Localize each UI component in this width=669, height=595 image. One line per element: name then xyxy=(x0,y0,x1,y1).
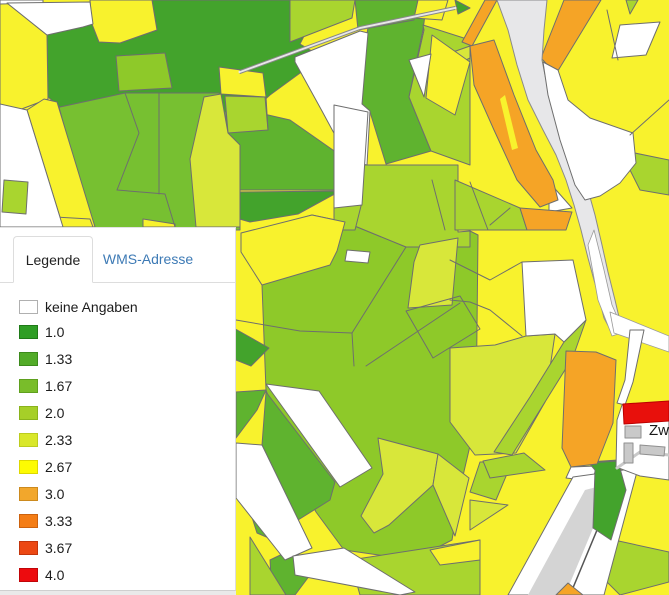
svg-text:Zw: Zw xyxy=(649,422,669,439)
